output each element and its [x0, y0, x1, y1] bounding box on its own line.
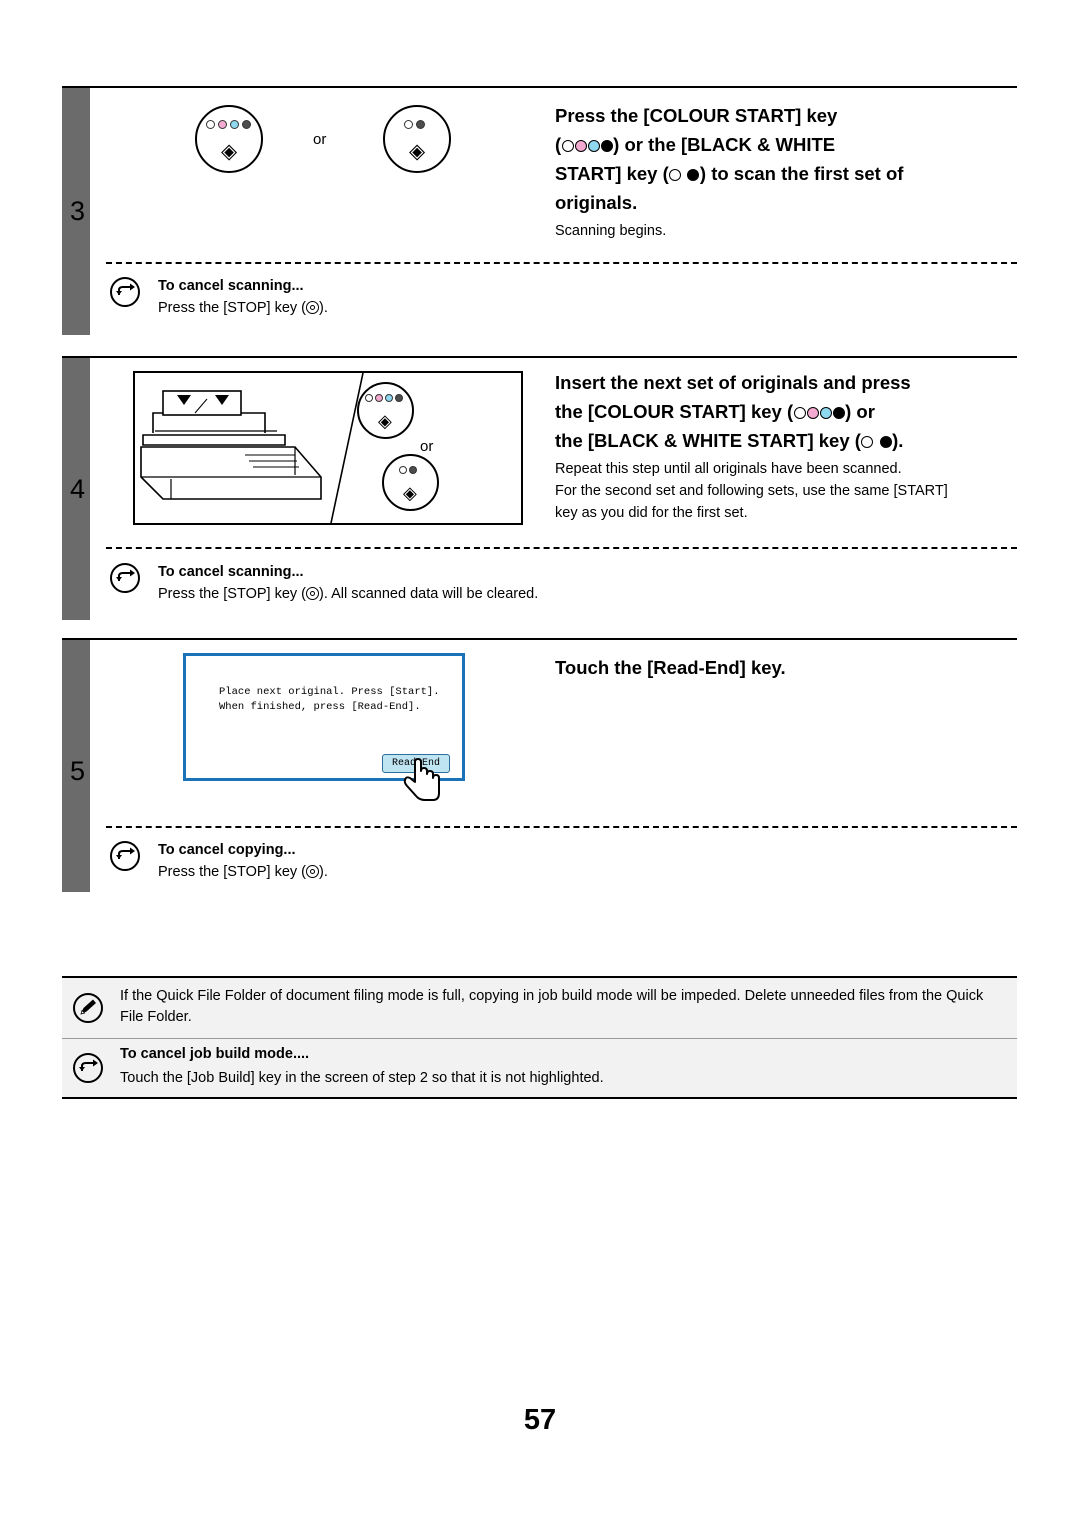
colour-start-key-illustration: ◈ [195, 105, 263, 173]
cancel-copying-icon [110, 841, 140, 871]
step5-heading: Touch the [Read-End] key. [555, 657, 786, 678]
step4-heading-line-2: the [COLOUR START] key ( ) or [555, 397, 875, 426]
mini-circle-white-icon [861, 436, 874, 448]
step5-divider [106, 826, 1017, 828]
step3-cancel-body-a: Press the [STOP] key ( [158, 300, 307, 316]
start-glyph-icon: ◈ [221, 140, 238, 163]
step3-number: 3 [70, 196, 86, 226]
step3-cancel-body: Press the [STOP] key (). [158, 300, 328, 316]
step4-heading-line-3: the [BLACK & WHITE START] key ( ). [555, 426, 903, 455]
step5-number: 5 [70, 756, 86, 786]
lamp-magenta-icon [375, 394, 383, 402]
mini-circle-white-icon [669, 169, 682, 181]
step4-colour-start-key: ◈ [357, 382, 414, 439]
lamp-magenta-icon [218, 120, 227, 129]
start-glyph-icon: ◈ [378, 411, 392, 431]
step3-heading-line-4: originals. [555, 192, 638, 213]
lamp-black-icon [409, 466, 417, 474]
step5-cancel-body-b: ). [319, 864, 328, 880]
stop-key-icon [306, 865, 320, 878]
note-bottom-rule [62, 1097, 1017, 1099]
lamp-white-icon [365, 394, 373, 402]
mini-circle-magenta-icon [806, 407, 819, 419]
step3-heading-line-1: Press the [COLOUR START] key [555, 105, 838, 126]
step3-heading-line-2: ( ) or the [BLACK & WHITE [555, 130, 835, 159]
manual-page: 3 ◈ or ◈ Press the [COLOUR START] key ()… [0, 0, 1080, 1528]
cancel-job-build-icon [73, 1053, 103, 1083]
step4-bw-lamps [399, 466, 417, 474]
mini-circle-black-icon [832, 407, 845, 419]
lamp-black-icon [395, 394, 403, 402]
step4-colour-lamps [365, 394, 403, 402]
step3-cancel-body-b: ). [319, 300, 328, 316]
lamp-black-icon [416, 120, 425, 129]
step4-divider [106, 547, 1017, 549]
lamp-cyan-icon [230, 120, 239, 129]
lamp-black-icon [242, 120, 251, 129]
step4-heading-line3-b: ). [892, 430, 904, 451]
start-glyph-icon: ◈ [409, 140, 426, 163]
step3-body: Scanning begins. [555, 223, 667, 239]
mini-circle-cyan-icon [587, 140, 600, 152]
step4-body-line-2: For the second set and following sets, u… [555, 483, 948, 499]
mini-circle-white-icon [793, 407, 806, 419]
step4-heading-line2-a: the [COLOUR START] key ( [555, 401, 794, 422]
step3-heading-prefix: ( [555, 134, 562, 155]
cancel-scanning-icon [110, 277, 140, 307]
step4-number: 4 [70, 474, 86, 504]
step3-or-label: or [313, 131, 327, 148]
pencil-icon [73, 993, 103, 1023]
step5-cancel-title: To cancel copying... [158, 842, 296, 858]
step3-heading-line3-a: START] key ( [555, 163, 669, 184]
step4-cancel-body: Press the [STOP] key ( ). All scanned dat… [158, 586, 538, 602]
lcd-message-line-1: Place next original. Press [Start]. [219, 686, 440, 698]
note-cancel-title: To cancel job build mode.... [120, 1046, 310, 1062]
lamp-white-icon [399, 466, 407, 474]
step4-body-line-3: key as you did for the first set. [555, 505, 748, 521]
step4-illustration [133, 371, 523, 525]
step3-cancel-title: To cancel scanning... [158, 278, 304, 294]
step5-cancel-body-a: Press the [STOP] key ( [158, 864, 307, 880]
colour-start-lamps [206, 120, 251, 129]
hand-pointer-icon [403, 758, 440, 801]
step4-or-label: or [420, 438, 434, 455]
step4-heading-line2-b: ) or [845, 401, 875, 422]
bw-start-key-illustration: ◈ [383, 105, 451, 173]
step3-heading-line-3: START] key ( ) to scan the first set of [555, 159, 903, 188]
step3-divider [106, 262, 1017, 264]
note-memo-line-1: If the Quick File Folder of document fil… [120, 986, 1010, 1028]
lamp-white-icon [404, 120, 413, 129]
cancel-scanning-icon [110, 563, 140, 593]
mini-circle-magenta-icon [574, 140, 587, 152]
step3-heading-line3-b: ) to scan the first set of [699, 163, 904, 184]
lcd-message-line-2: When finished, press [Read-End]. [219, 701, 421, 713]
mini-circle-cyan-icon [819, 407, 832, 419]
step4-cancel-body-b: ). All scanned data will be cleared. [319, 586, 539, 602]
step4-cancel-title: To cancel scanning... [158, 564, 304, 580]
mini-circle-black-icon [600, 140, 613, 152]
mini-circle-black-icon [687, 169, 700, 181]
mini-circle-white-icon [561, 140, 574, 152]
step4-bw-start-key: ◈ [382, 454, 439, 511]
lamp-white-icon [206, 120, 215, 129]
step4-body-line-1: Repeat this step until all originals hav… [555, 461, 902, 477]
mini-circle-black-icon [879, 436, 892, 448]
step3-top-rule [62, 86, 1017, 88]
step4-heading-line3-a: the [BLACK & WHITE START] key ( [555, 430, 861, 451]
note-memo-text: If the Quick File Folder of document fil… [120, 988, 984, 1025]
start-glyph-icon: ◈ [403, 483, 417, 503]
page-number: 57 [523, 1404, 557, 1436]
step4-cancel-body-a: Press the [STOP] key ( [158, 586, 307, 602]
step4-heading-line-1: Insert the next set of originals and pre… [555, 372, 911, 393]
note-cancel-body: Touch the [Job Build] key in the screen … [120, 1070, 604, 1086]
step4-top-rule [62, 356, 1017, 358]
step5-cancel-body: Press the [STOP] key (). [158, 864, 328, 880]
stop-key-icon [306, 301, 320, 314]
lamp-cyan-icon [385, 394, 393, 402]
step5-top-rule [62, 638, 1017, 640]
stop-key-icon [306, 587, 320, 600]
step3-heading-suffix: ) or the [BLACK & WHITE [613, 134, 836, 155]
bw-start-lamps [404, 120, 425, 129]
